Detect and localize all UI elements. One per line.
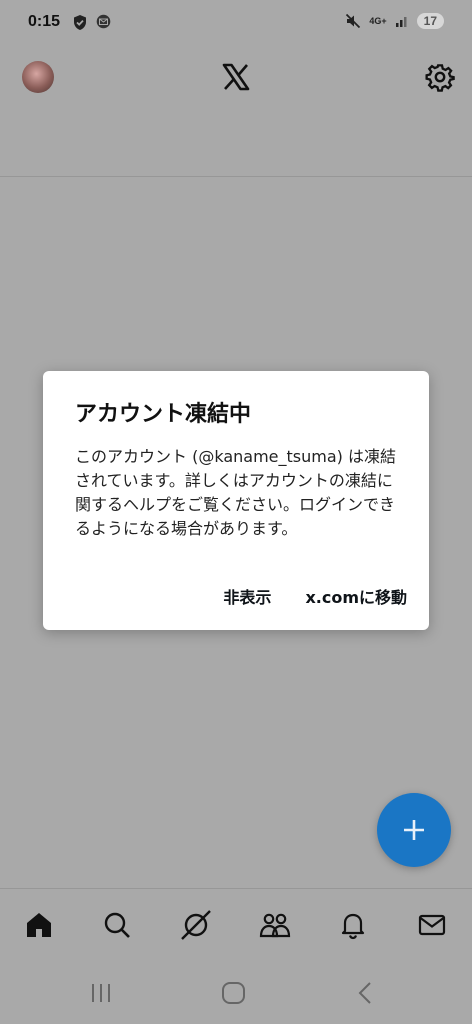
- recent-apps-icon[interactable]: [88, 980, 114, 1006]
- nav-home[interactable]: [21, 907, 57, 943]
- back-icon[interactable]: [354, 980, 378, 1006]
- dialog-title: アカウント凍結中: [75, 402, 252, 427]
- nav-notifications[interactable]: [335, 907, 371, 943]
- notifications-icon: [341, 913, 365, 940]
- home-button-icon[interactable]: [220, 980, 248, 1006]
- gear-icon[interactable]: [425, 62, 455, 92]
- communities-icon: [259, 913, 291, 938]
- nav-messages[interactable]: [414, 907, 450, 943]
- grok-icon: [181, 910, 211, 940]
- dialog-body: このアカウント (@kaname_tsuma) は凍結されています。詳しくはアカ…: [75, 447, 396, 538]
- signal-icon: [395, 17, 407, 27]
- account-suspended-dialog: アカウント凍結中 このアカウント (@kaname_tsuma) は凍結されてい…: [43, 371, 429, 630]
- bottom-nav: [0, 888, 472, 961]
- x-logo-icon: [222, 63, 250, 91]
- app-header: [0, 46, 472, 177]
- go-to-x-com-button[interactable]: x.comに移動: [305, 584, 407, 608]
- nav-grok[interactable]: [178, 907, 214, 943]
- shield-check-icon: [74, 15, 86, 30]
- search-icon: [104, 912, 130, 938]
- dialog-actions: 非表示 x.comに移動: [223, 584, 407, 608]
- nav-communities[interactable]: [257, 907, 293, 943]
- plus-icon: [404, 820, 424, 840]
- messages-icon: [418, 914, 446, 936]
- mute-icon: [346, 13, 361, 29]
- battery-indicator: 17: [416, 13, 444, 29]
- system-nav-bar: [0, 962, 472, 1024]
- status-bar: 0:15 4G+ 17: [0, 0, 472, 46]
- dismiss-button[interactable]: 非表示: [223, 584, 271, 608]
- compose-button[interactable]: [377, 793, 451, 867]
- profile-avatar[interactable]: [22, 61, 54, 93]
- status-time: 0:15: [28, 13, 61, 30]
- mail-icon: [96, 14, 111, 29]
- home-icon: [27, 913, 51, 937]
- nav-search[interactable]: [99, 907, 135, 943]
- network-indicator: 4G+: [369, 16, 387, 26]
